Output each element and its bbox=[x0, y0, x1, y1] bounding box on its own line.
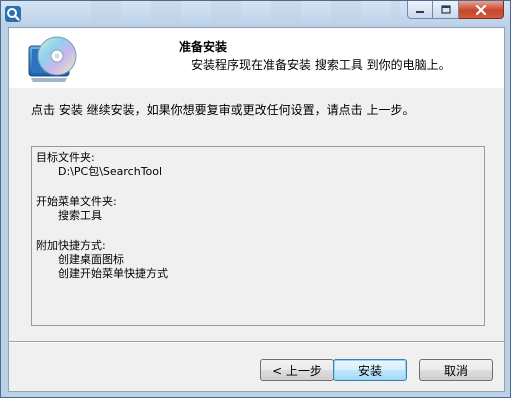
shortcut-task-start-menu: 创建开始菜单快捷方式 bbox=[58, 267, 168, 280]
title-bar[interactable] bbox=[1, 1, 510, 27]
close-button[interactable] bbox=[459, 1, 504, 19]
close-icon bbox=[475, 4, 487, 15]
minimize-icon bbox=[416, 10, 424, 13]
ready-memo-box[interactable]: 目标文件夹: D:\PC包\SearchTool 开始菜单文件夹: 搜索工具 附… bbox=[31, 146, 485, 326]
maximize-icon bbox=[440, 5, 451, 14]
maximize-button[interactable] bbox=[433, 1, 459, 19]
page-subtitle: 安装程序现在准备安装 搜索工具 到你的电脑上。 bbox=[191, 58, 451, 72]
shortcut-task-desktop: 创建桌面图标 bbox=[58, 253, 124, 266]
dest-folder-label: 目标文件夹: bbox=[36, 151, 95, 164]
wizard-client-area: 准备安装 安装程序现在准备安装 搜索工具 到你的电脑上。 点击 安装 继续安装，… bbox=[8, 27, 505, 392]
minimize-button[interactable] bbox=[407, 1, 433, 19]
install-button[interactable]: 安装 bbox=[333, 359, 407, 381]
shortcuts-label: 附加快捷方式: bbox=[36, 239, 106, 252]
instruction-text: 点击 安装 继续安装，如果你想要复审或更改任何设置，请点击 上一步。 bbox=[31, 103, 415, 117]
install-cd-icon bbox=[28, 36, 77, 82]
footer-divider bbox=[9, 341, 504, 343]
dest-folder-value: D:\PC包\SearchTool bbox=[58, 165, 163, 178]
page-title: 准备安装 bbox=[179, 40, 228, 54]
back-button[interactable]: < 上一步 bbox=[260, 359, 334, 381]
cancel-button[interactable]: 取消 bbox=[419, 359, 493, 381]
title-text-area bbox=[61, 1, 400, 21]
wizard-header: 准备安装 安装程序现在准备安装 搜索工具 到你的电脑上。 bbox=[9, 28, 504, 88]
window-controls bbox=[407, 1, 504, 20]
installer-window: 准备安装 安装程序现在准备安装 搜索工具 到你的电脑上。 点击 安装 继续安装，… bbox=[0, 0, 511, 398]
app-magnifier-icon bbox=[5, 6, 21, 22]
header-divider bbox=[9, 87, 504, 88]
start-menu-value: 搜索工具 bbox=[58, 209, 102, 222]
start-menu-label: 开始菜单文件夹: bbox=[36, 195, 117, 208]
